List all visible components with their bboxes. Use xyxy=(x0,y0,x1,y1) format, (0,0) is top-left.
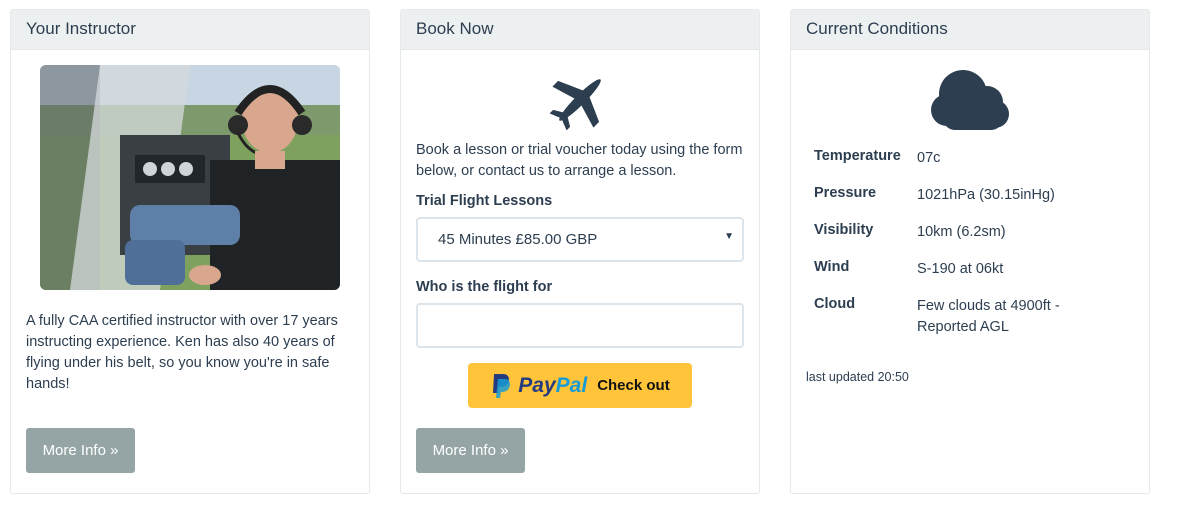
conditions-heading: Current Conditions xyxy=(791,10,1149,50)
conditions-table: Temperature 07c Pressure 1021hPa (30.15i… xyxy=(814,148,1134,356)
who-input[interactable] xyxy=(416,303,744,348)
conditions-key: Wind xyxy=(814,259,850,275)
paypal-checkout-button[interactable]: PayPal Check out xyxy=(468,363,692,408)
booking-intro: Book a lesson or trial voucher today usi… xyxy=(416,142,743,179)
conditions-panel: Current Conditions Temperature 07c Press… xyxy=(790,9,1150,494)
conditions-row-visibility: Visibility 10km (6.2sm) xyxy=(814,222,1134,259)
conditions-key: Pressure xyxy=(814,185,877,201)
paypal-checkout-label: Check out xyxy=(597,377,670,394)
conditions-key: Visibility xyxy=(814,222,874,238)
instructor-photo xyxy=(40,65,340,290)
conditions-value: 07c xyxy=(917,150,941,166)
cloud-icon xyxy=(931,70,1009,130)
lessons-select[interactable]: 45 Minutes £85.00 GBP ▼ xyxy=(416,217,744,262)
last-updated-text: last updated 20:50 xyxy=(806,370,909,384)
dropdown-arrow-icon: ▼ xyxy=(724,231,734,242)
conditions-row-temperature: Temperature 07c xyxy=(814,148,1134,185)
instructor-panel: Your Instructor A fully CAA certified in… xyxy=(10,9,370,494)
conditions-value: 1021hPa (30.15inHg) xyxy=(917,187,1055,203)
conditions-row-cloud: Cloud Few clouds at 4900ft - Reported AG… xyxy=(814,296,1134,356)
instructor-more-info-button[interactable]: More Info » xyxy=(26,428,135,473)
conditions-row-pressure: Pressure 1021hPa (30.15inHg) xyxy=(814,185,1134,222)
conditions-row-wind: Wind S-190 at 06kt xyxy=(814,259,1134,296)
instructor-heading: Your Instructor xyxy=(11,10,369,50)
booking-panel: Book Now Book a lesson or trial voucher … xyxy=(400,9,760,494)
lessons-label: Trial Flight Lessons xyxy=(416,193,553,209)
conditions-value: 10km (6.2sm) xyxy=(917,224,1006,240)
who-label: Who is the flight for xyxy=(416,279,553,295)
paypal-logo-icon xyxy=(493,373,511,398)
booking-heading: Book Now xyxy=(401,10,759,50)
lessons-selected-value: 45 Minutes £85.00 GBP xyxy=(438,231,598,248)
paypal-word-pal: Pal xyxy=(555,373,588,397)
booking-more-info-button[interactable]: More Info » xyxy=(416,428,525,473)
conditions-value: Few clouds at 4900ft - Reported AGL xyxy=(917,298,1060,335)
conditions-key: Temperature xyxy=(814,148,901,164)
instructor-description: A fully CAA certified instructor with ov… xyxy=(26,313,338,392)
conditions-key: Cloud xyxy=(814,296,856,312)
paypal-word-pay: Pay xyxy=(518,373,556,397)
conditions-value: S-190 at 06kt xyxy=(917,261,1004,277)
plane-icon xyxy=(549,79,601,131)
